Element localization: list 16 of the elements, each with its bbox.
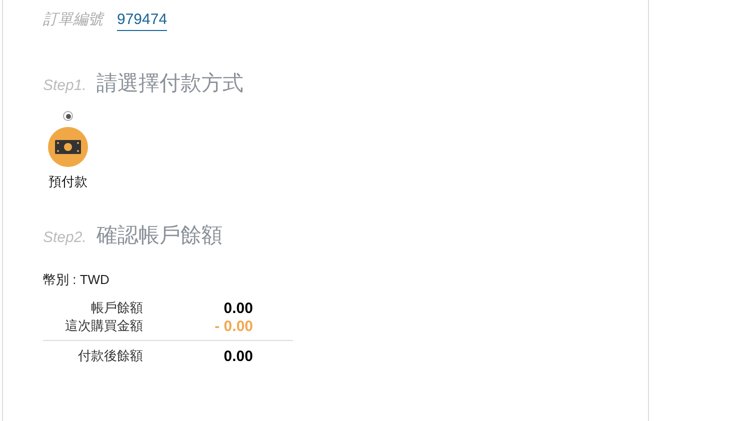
order-number-label: 訂單編號 bbox=[43, 10, 103, 29]
step-number: Step1. bbox=[43, 77, 86, 94]
banknote-icon[interactable] bbox=[48, 127, 88, 167]
balance-label: 帳戶餘額 bbox=[90, 299, 143, 317]
radio-button[interactable] bbox=[63, 111, 73, 121]
step-title: 請選擇付款方式 bbox=[96, 71, 244, 97]
balance-label: 付款後餘額 bbox=[77, 347, 143, 365]
balance-value: 0.00 bbox=[222, 300, 253, 316]
currency-label: 幣別 : TWD bbox=[43, 271, 110, 289]
order-number-link[interactable]: 979474 bbox=[117, 11, 168, 31]
step-title: 確認帳戶餘額 bbox=[96, 223, 222, 249]
step-number: Step2. bbox=[43, 229, 86, 246]
payment-method-label: 預付款 bbox=[48, 173, 88, 191]
balance-value: - 0.00 bbox=[214, 318, 253, 334]
balance-value: 0.00 bbox=[222, 348, 253, 364]
balance-label: 這次購買金額 bbox=[64, 317, 143, 335]
